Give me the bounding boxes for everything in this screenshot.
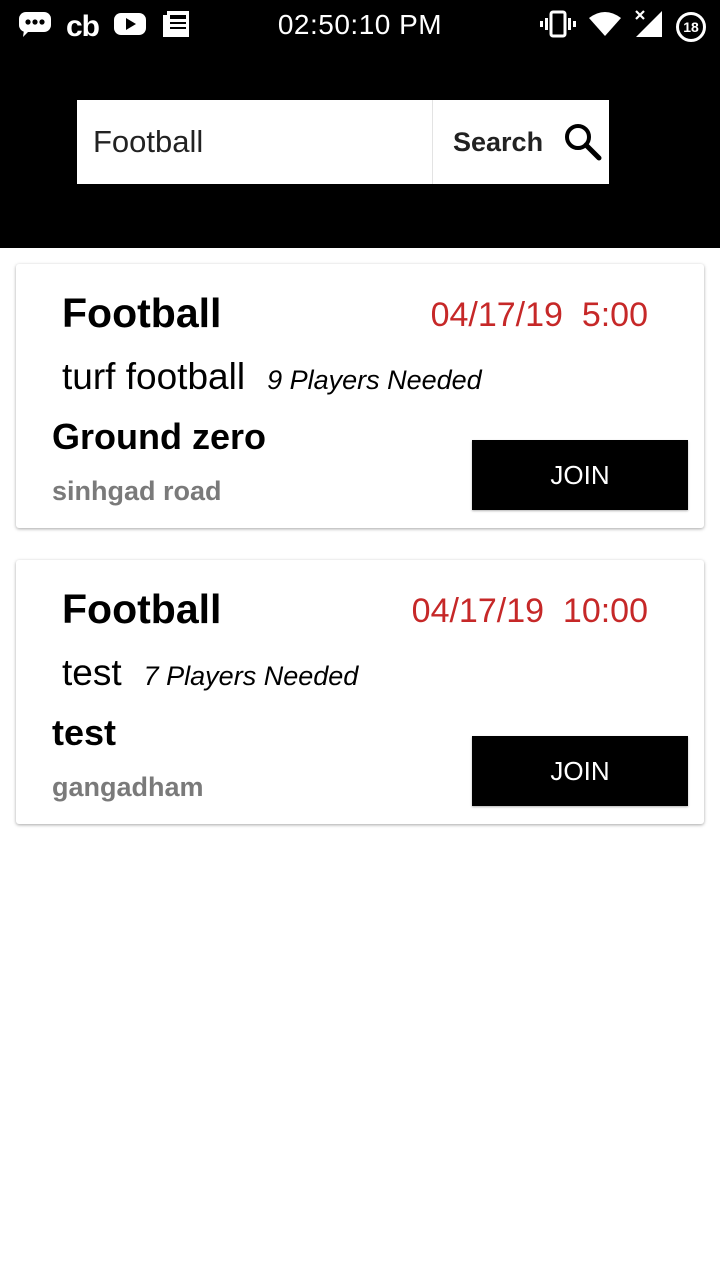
search-bar: Search [77,100,609,184]
search-button-label: Search [453,126,544,157]
event-card: Football 04/17/19 10:00 test 7 Players N… [16,560,704,824]
app-header: cb 02:50:10 PM 18 Football Search [0,0,720,248]
players-needed: 7 Players Needed [143,661,359,691]
search-button[interactable]: Search [433,100,609,184]
join-button[interactable]: JOIN [472,440,688,510]
signal-icon [634,9,664,44]
event-location: sinhgad road [52,476,222,506]
vibrate-icon [540,10,576,43]
search-input[interactable] [77,100,431,184]
event-location: gangadham [52,772,204,802]
status-bar-right-icons: 18 [540,9,706,44]
search-icon [563,122,603,162]
event-description-row: test 7 Players Needed [62,652,358,694]
event-description-row: turf football 9 Players Needed [62,356,482,398]
status-bar: cb 02:50:10 PM 18 [0,0,720,50]
players-needed: 9 Players Needed [267,365,482,395]
event-sport: Football [62,290,222,336]
event-datetime: 04/17/19 10:00 [411,592,648,630]
event-sport: Football [62,586,222,632]
event-venue: test [52,712,117,753]
notification-badge: 18 [676,11,706,42]
event-venue: Ground zero [52,416,266,457]
event-datetime: 04/17/19 5:00 [430,296,648,334]
event-description: turf football [62,356,246,397]
event-card: Football 04/17/19 5:00 turf football 9 P… [16,264,704,528]
wifi-icon [588,11,622,42]
event-description: test [62,652,122,693]
join-button[interactable]: JOIN [472,736,688,806]
